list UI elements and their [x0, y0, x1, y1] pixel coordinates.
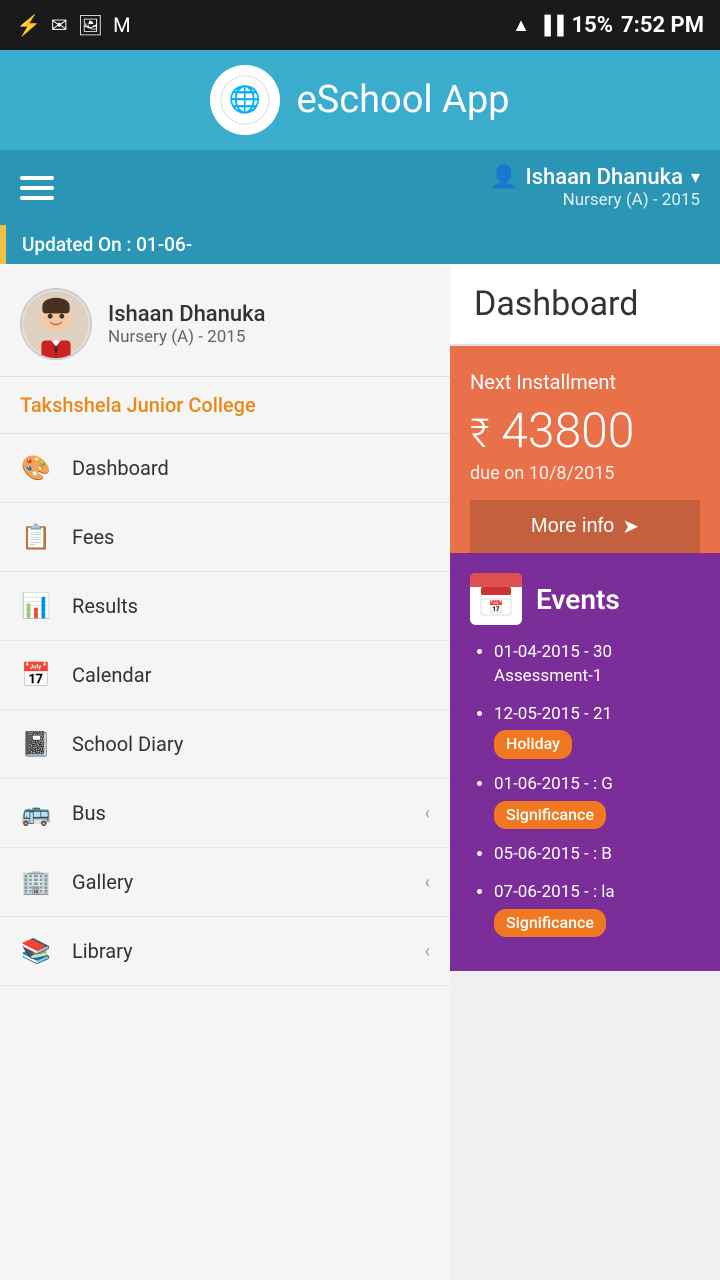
user-class: Nursery (A) - 2015	[563, 190, 700, 210]
dashboard-title: Dashboard	[450, 264, 720, 346]
main-container: Ishaan Dhanuka Nursery (A) - 2015 Takshs…	[0, 264, 720, 1279]
rupee-icon: ₹	[470, 410, 490, 457]
status-right: ▲ ▐▐ 15% 7:52 PM	[512, 13, 704, 38]
time-display: 7:52 PM	[621, 13, 704, 38]
fee-amount: ₹ 43800	[470, 402, 700, 459]
gmail-icon: M	[113, 13, 130, 37]
fee-card: Next Installment ₹ 43800 due on 10/8/201…	[450, 346, 720, 553]
sidebar-item-label-results: Results	[72, 594, 430, 618]
sidebar-item-bus[interactable]: 🚌 Bus ‹	[0, 779, 450, 848]
signal-icon: ▐▐	[538, 15, 564, 36]
email-icon: ✉	[51, 13, 68, 37]
svg-text:🌐: 🌐	[229, 84, 261, 115]
more-info-label: More info	[531, 515, 614, 538]
more-info-button[interactable]: More info ➤	[470, 500, 700, 553]
avatar	[20, 288, 92, 360]
sidebar-item-fees[interactable]: 📋 Fees	[0, 503, 450, 572]
event-date: 05-06-2015 - : B	[494, 844, 612, 864]
expand-arrow-icon: ‹	[425, 872, 430, 893]
list-item: 05-06-2015 - : B	[494, 843, 700, 867]
usb-icon: ⚡	[16, 13, 41, 37]
status-bar: ⚡ ✉ 🖼 M ▲ ▐▐ 15% 7:52 PM	[0, 0, 720, 50]
library-icon: 📚	[20, 937, 52, 965]
image-icon: 🖼	[78, 13, 103, 37]
user-avatar-icon: 👤	[490, 165, 517, 190]
fee-value: 43800	[501, 402, 634, 459]
dropdown-arrow-icon: ▾	[691, 167, 700, 188]
updated-bar: Updated On : 01-06-	[0, 225, 720, 264]
updated-text: Updated On : 01-06-	[22, 233, 192, 256]
results-icon: 📊	[20, 592, 52, 620]
calendar-box-icon: 📅	[470, 573, 522, 625]
events-title: Events	[536, 583, 620, 616]
menu-button[interactable]	[20, 176, 54, 200]
expand-arrow-icon: ‹	[425, 941, 430, 962]
list-item: 07-06-2015 - : la Significance	[494, 881, 700, 937]
battery-level: 15%	[572, 13, 614, 38]
list-item: 12-05-2015 - 21 Holiday	[494, 703, 700, 759]
school-name: Takshshela Junior College	[0, 377, 450, 434]
sidebar-item-label-fees: Fees	[72, 525, 430, 549]
sidebar-item-label-calendar: Calendar	[72, 663, 430, 687]
school-diary-icon: 📓	[20, 730, 52, 758]
fee-due-date: due on 10/8/2015	[470, 463, 700, 484]
event-badge: Holiday	[494, 730, 572, 758]
event-badge: Significance	[494, 801, 606, 829]
user-name: Ishaan Dhanuka	[525, 165, 682, 190]
right-panel: Dashboard Next Installment ₹ 43800 due o…	[450, 264, 720, 1279]
bus-icon: 🚌	[20, 799, 52, 827]
fee-label: Next Installment	[470, 370, 700, 394]
app-title: eSchool App	[296, 78, 509, 122]
event-date: 01-04-2015 - 30	[494, 642, 612, 662]
list-item: 01-04-2015 - 30 Assessment-1	[494, 641, 700, 689]
sidebar-item-label-library: Library	[72, 939, 405, 963]
sidebar-item-library[interactable]: 📚 Library ‹	[0, 917, 450, 986]
list-item: 01-06-2015 - : G Significance	[494, 773, 700, 829]
status-icons: ⚡ ✉ 🖼 M	[16, 13, 131, 37]
sidebar: Ishaan Dhanuka Nursery (A) - 2015 Takshs…	[0, 264, 450, 1279]
events-card: 📅 Events 01-04-2015 - 30 Assessment-1 12-…	[450, 553, 720, 971]
svg-text:📅: 📅	[489, 600, 504, 614]
sidebar-item-results[interactable]: 📊 Results	[0, 572, 450, 641]
sidebar-item-label-dashboard: Dashboard	[72, 456, 430, 480]
profile-details: Ishaan Dhanuka Nursery (A) - 2015	[108, 302, 265, 347]
profile-section: Ishaan Dhanuka Nursery (A) - 2015	[0, 264, 450, 377]
events-header: 📅 Events	[470, 573, 700, 625]
user-info-section: 👤 Ishaan Dhanuka ▾ Nursery (A) - 2015	[490, 165, 700, 210]
wifi-icon: ▲	[512, 15, 530, 36]
expand-arrow-icon: ‹	[425, 803, 430, 824]
sidebar-item-school-diary[interactable]: 📓 School Diary	[0, 710, 450, 779]
sidebar-item-label-school-diary: School Diary	[72, 732, 430, 756]
event-date: 12-05-2015 - 21	[494, 704, 612, 724]
sidebar-item-label-bus: Bus	[72, 801, 405, 825]
event-badge: Significance	[494, 909, 606, 937]
sub-header: 👤 Ishaan Dhanuka ▾ Nursery (A) - 2015	[0, 150, 720, 225]
profile-class: Nursery (A) - 2015	[108, 327, 265, 347]
app-header: 🌐 eSchool App	[0, 50, 720, 150]
app-logo: 🌐	[210, 65, 280, 135]
event-date: 01-06-2015 - : G	[494, 774, 613, 794]
sidebar-item-label-gallery: Gallery	[72, 870, 405, 894]
fees-icon: 📋	[20, 523, 52, 551]
sidebar-item-calendar[interactable]: 📅 Calendar	[0, 641, 450, 710]
user-name-row[interactable]: 👤 Ishaan Dhanuka ▾	[490, 165, 700, 190]
dashboard-icon: 🎨	[20, 454, 52, 482]
event-text: Assessment-1	[494, 666, 602, 686]
calendar-icon: 📅	[20, 661, 52, 689]
nav-list: 🎨 Dashboard 📋 Fees 📊 Results 📅 Calendar …	[0, 434, 450, 986]
arrow-circle-icon: ➤	[622, 514, 639, 539]
gallery-icon: 🏢	[20, 868, 52, 896]
profile-name: Ishaan Dhanuka	[108, 302, 265, 327]
event-list: 01-04-2015 - 30 Assessment-1 12-05-2015 -…	[470, 641, 700, 937]
sidebar-item-gallery[interactable]: 🏢 Gallery ‹	[0, 848, 450, 917]
event-date: 07-06-2015 - : la	[494, 882, 615, 902]
sidebar-item-dashboard[interactable]: 🎨 Dashboard	[0, 434, 450, 503]
